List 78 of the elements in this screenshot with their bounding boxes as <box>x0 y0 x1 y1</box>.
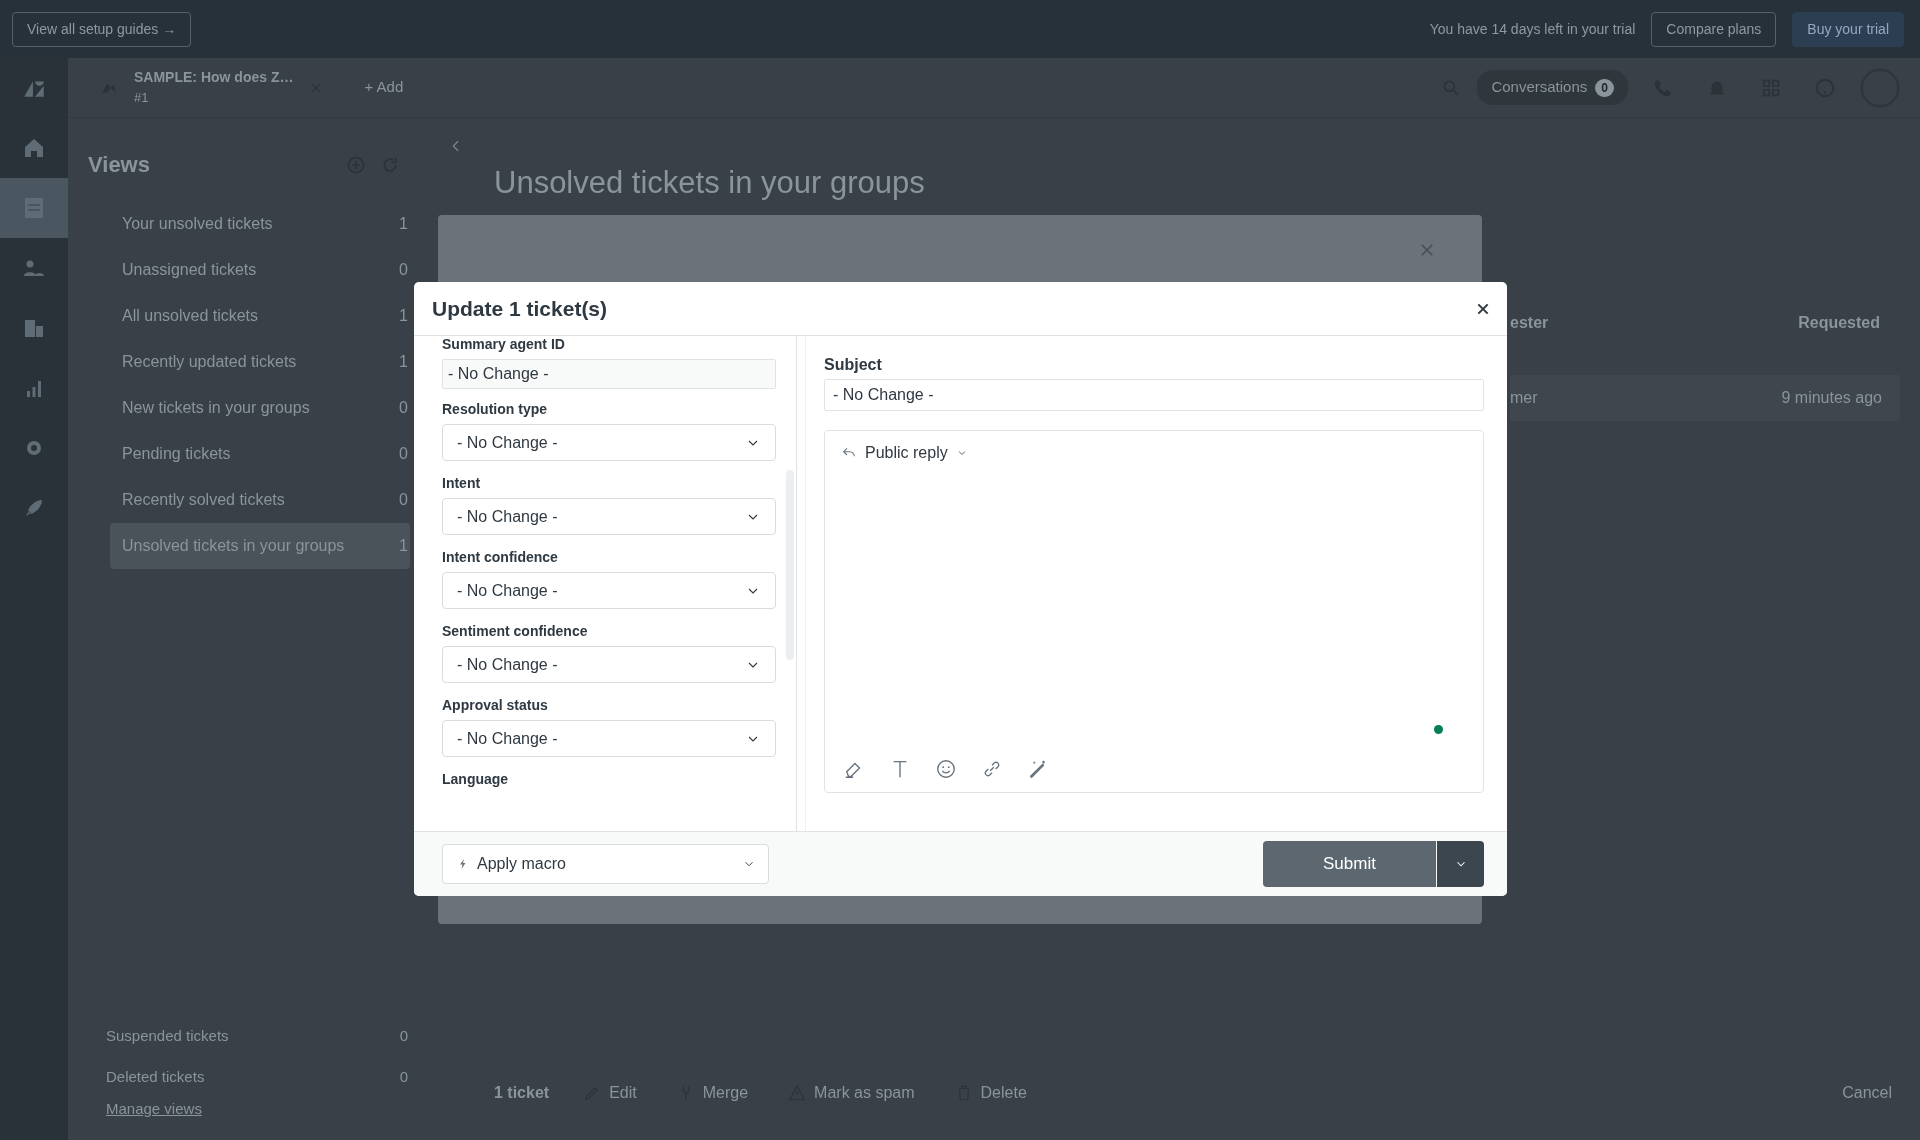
status-dot <box>1434 725 1443 734</box>
dialog-title: Update 1 ticket(s) <box>432 295 608 322</box>
field-label: Resolution type <box>442 401 548 418</box>
conversations-button[interactable]: Conversations 0 <box>1477 70 1628 105</box>
view-count: 1 <box>399 352 408 372</box>
column-header[interactable]: ester <box>1510 311 1549 336</box>
macro-dropdown[interactable]: Apply macro <box>442 844 769 884</box>
view-count: 1 <box>399 306 408 326</box>
view-label: Recently solved tickets <box>122 490 285 510</box>
view-count: 0 <box>399 398 408 418</box>
view-item[interactable]: Your unsolved tickets 1 <box>110 201 410 247</box>
submit-button[interactable]: Submit <box>1263 841 1436 887</box>
dropdown[interactable]: - No Change - <box>442 572 777 609</box>
subject-field[interactable]: - No Change - <box>824 379 1484 411</box>
dropdown[interactable]: - No Change - <box>442 646 777 683</box>
view-count: 0 <box>399 490 408 510</box>
bulk-action-button[interactable]: Delete <box>948 1080 1033 1106</box>
view-item[interactable]: New tickets in your groups 0 <box>110 385 410 431</box>
view-label: All unsolved tickets <box>122 306 259 326</box>
field-label: Intent <box>442 475 482 492</box>
reply-editor[interactable]: Public reply <box>824 430 1484 793</box>
views-heading: Views <box>88 151 150 179</box>
dropdown[interactable]: - No Change - <box>442 720 777 757</box>
cancel-button[interactable]: Cancel <box>1836 1080 1898 1106</box>
buy-button[interactable]: Buy your trial <box>1792 11 1904 47</box>
field-label: Language <box>442 771 510 788</box>
view-label: Your unsolved tickets <box>122 214 273 234</box>
bulk-action-button[interactable]: Edit <box>577 1080 643 1106</box>
table-cell-text: 9 minutes ago <box>1781 388 1882 409</box>
view-label: Unassigned tickets <box>122 260 257 280</box>
text-field[interactable]: - No Change - <box>442 359 777 389</box>
field-label: Intent confidence <box>442 549 559 566</box>
view-item[interactable]: Unsolved tickets in your groups 1 <box>110 523 410 569</box>
view-label[interactable]: Deleted tickets <box>106 1065 205 1089</box>
view-item[interactable]: Unassigned tickets 0 <box>110 247 410 293</box>
view-count: 0 <box>399 444 408 464</box>
dropdown[interactable]: - No Change - <box>442 498 777 535</box>
view-count: 1 <box>399 214 408 234</box>
tab-title: SAMPLE: How does Z… <box>134 68 294 88</box>
bulk-action-button[interactable]: Merge <box>670 1080 755 1106</box>
selection-count: 1 ticket <box>494 1083 550 1103</box>
view-count: 0 <box>399 260 408 280</box>
compare-plans-button[interactable]: Compare plans <box>1651 11 1777 47</box>
trial-notice: You have 14 days left in your trial <box>1429 19 1636 39</box>
view-item[interactable]: All unsolved tickets 1 <box>110 293 410 339</box>
view-label: New tickets in your groups <box>122 398 310 418</box>
view-count: 1 <box>399 536 408 556</box>
view-label: Pending tickets <box>122 444 231 464</box>
nav-button[interactable] <box>0 178 68 238</box>
tab-subtitle: #1 <box>134 89 150 108</box>
manage-views-link[interactable]: Manage views <box>88 1097 410 1120</box>
page-title: Unsolved tickets in your groups <box>494 164 926 202</box>
view-label: Unsolved tickets in your groups <box>122 536 345 556</box>
conversations-label: Conversations <box>1491 77 1588 98</box>
view-item[interactable]: Recently updated tickets 1 <box>110 339 410 385</box>
home-icon <box>22 136 46 160</box>
view-count: 0 <box>399 1025 408 1046</box>
field-label: Approval status <box>442 697 549 714</box>
setup-guides-button[interactable]: View all setup guides → <box>12 11 192 47</box>
add-tab-button[interactable]: + Add <box>351 69 417 106</box>
bulk-action-button[interactable]: Mark as spam <box>782 1080 921 1106</box>
field-label: Sentiment confidence <box>442 623 589 640</box>
view-count: 0 <box>399 1066 408 1087</box>
view-label: Recently updated tickets <box>122 352 297 372</box>
field-label: Summary agent ID <box>442 336 566 353</box>
view-label[interactable]: Suspended tickets <box>106 1024 229 1048</box>
view-item[interactable]: Pending tickets 0 <box>110 431 410 477</box>
count-badge: 0 <box>1595 78 1614 97</box>
scrollbar-thumb[interactable] <box>786 470 795 660</box>
ticket-tab[interactable]: SAMPLE: How does Z… #1 <box>88 57 336 118</box>
table-cell-text: mer <box>1510 388 1538 409</box>
view-item[interactable]: Recently solved tickets 0 <box>110 477 410 523</box>
field-label: Subject <box>824 356 883 373</box>
dropdown[interactable]: - No Change - <box>442 424 777 461</box>
table-row[interactable]: mer 9 minutes ago <box>1510 375 1900 422</box>
column-header[interactable]: Requested <box>1798 311 1880 336</box>
smiley-icon[interactable] <box>935 757 957 780</box>
reply-mode-button[interactable]: Public reply <box>841 441 968 465</box>
